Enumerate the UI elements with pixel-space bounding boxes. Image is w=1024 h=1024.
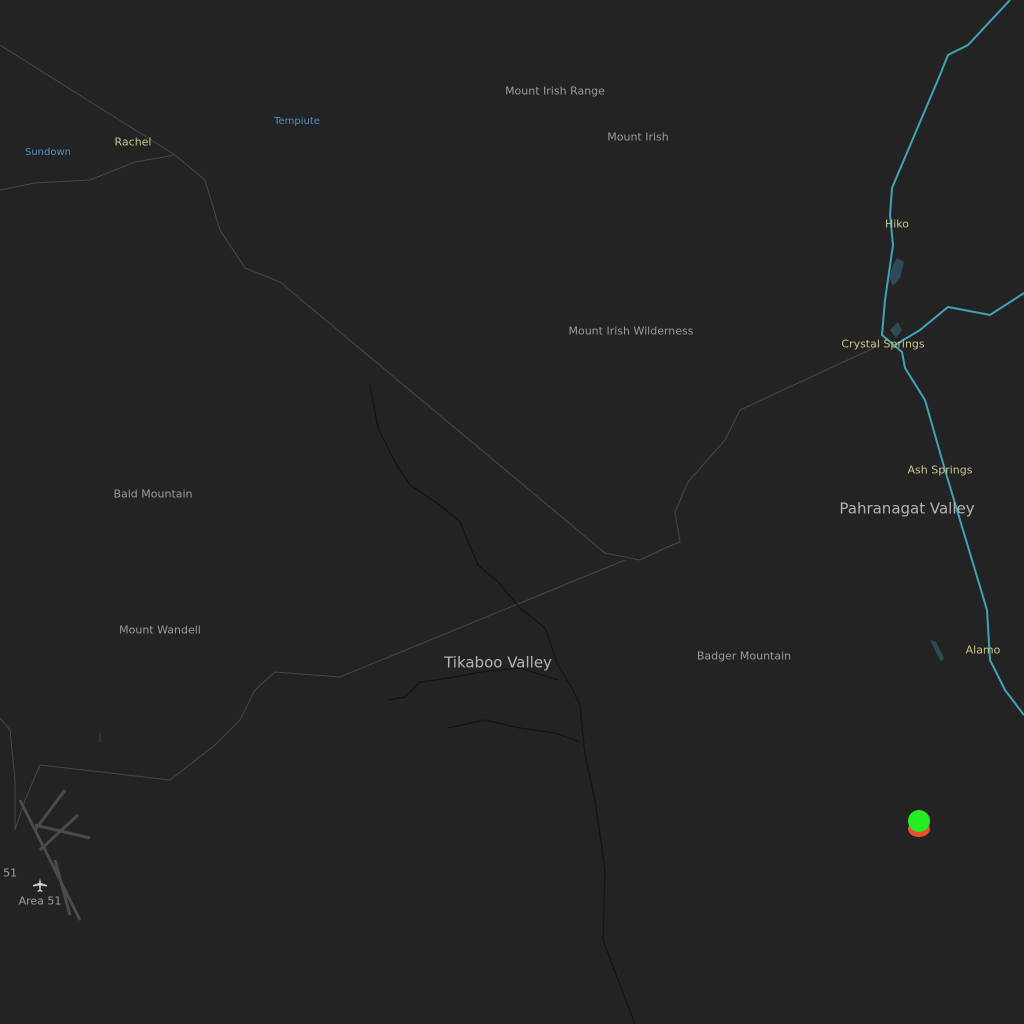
tikaboo-valley-label: Tikaboo Valley: [444, 653, 552, 672]
road-tikaboo: [14, 559, 626, 831]
mount-irish-wilderness-label: Mount Irish Wilderness: [568, 324, 694, 338]
road-rachel-southeast: [174, 154, 881, 561]
road-area51-west: [0, 717, 16, 830]
mount-wandell-label: Mount Wandell: [119, 623, 201, 637]
lake-crystal: [890, 322, 902, 338]
map-canvas[interactable]: Mount Irish Range Mount Irish Mount Iris…: [0, 0, 1024, 1024]
alamo-label: Alamo: [965, 643, 1001, 657]
ash-springs-label: Ash Springs: [907, 463, 973, 477]
area51-partial-label: a 51: [0, 866, 18, 880]
badger-mountain-label: Badger Mountain: [696, 649, 792, 663]
location-marker-icon[interactable]: [908, 809, 934, 839]
pahranagat-valley-label: Pahranagat Valley: [839, 499, 975, 518]
airplane-icon[interactable]: [32, 877, 48, 893]
sundown-label: Sundown: [24, 147, 72, 158]
stream-south-branch: [447, 719, 581, 743]
road-rachel-west: [0, 154, 176, 191]
crystal-springs-label: Crystal Springs: [841, 337, 925, 351]
hiko-label: Hiko: [884, 217, 910, 231]
bald-mountain-label: Bald Mountain: [113, 487, 193, 501]
area51-label: Area 51: [18, 894, 62, 908]
highway-93: [880, 0, 1024, 716]
tempiute-label: Tempiute: [274, 116, 320, 127]
stream-west-branch: [387, 667, 559, 701]
rachel-label: Rachel: [114, 135, 152, 149]
mount-irish-label: Mount Irish: [607, 130, 669, 144]
lake-alamo: [930, 640, 944, 662]
stream-tikaboo: [369, 384, 636, 1024]
mount-irish-range-label: Mount Irish Range: [505, 84, 605, 98]
